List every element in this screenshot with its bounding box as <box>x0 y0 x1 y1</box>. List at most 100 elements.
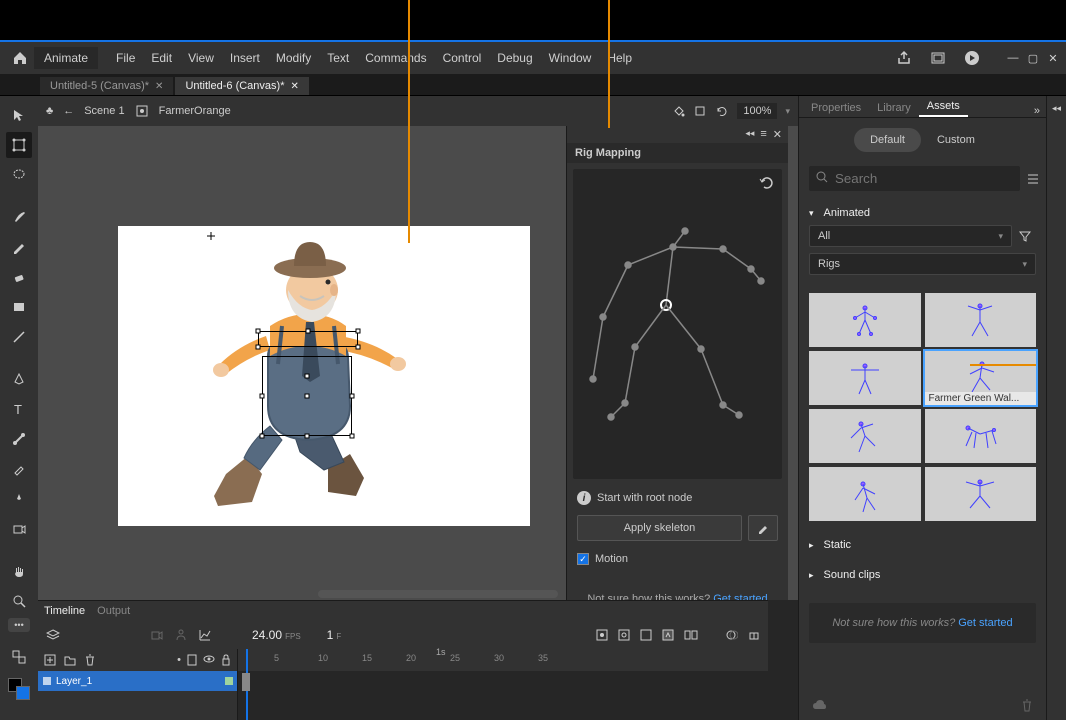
doc-tab-2[interactable]: Untitled-6 (Canvas)* ✕ <box>175 77 308 95</box>
timeline-ruler[interactable]: 1s 5 10 15 20 25 30 35 <box>238 649 768 671</box>
edit-skeleton-button[interactable] <box>748 515 778 541</box>
menu-view[interactable]: View <box>180 51 222 65</box>
rig-skeleton-view[interactable] <box>573 169 782 479</box>
highlight-icon[interactable]: • <box>177 654 181 666</box>
panel-collapse-icon[interactable]: ◂◂ <box>745 128 754 141</box>
motion-checkbox[interactable]: ✓ <box>577 553 589 565</box>
filter-type-dropdown[interactable]: Rigs <box>809 253 1036 275</box>
panel-close-icon[interactable]: ✕ <box>773 128 782 141</box>
edit-multiple-icon[interactable] <box>748 629 760 641</box>
rig-help-link[interactable]: Get started <box>713 593 767 600</box>
selection-tool-icon[interactable] <box>6 102 32 128</box>
zoom-dropdown-icon[interactable] <box>785 105 790 117</box>
pen-tool-icon[interactable] <box>6 366 32 392</box>
cloud-icon[interactable] <box>811 698 827 712</box>
menu-text[interactable]: Text <box>319 51 357 65</box>
new-folder-icon[interactable] <box>64 654 76 666</box>
rig-thumb-3[interactable] <box>809 351 921 405</box>
doc-tab-1[interactable]: Untitled-5 (Canvas)* ✕ <box>40 77 173 95</box>
graph-icon[interactable] <box>198 628 212 642</box>
canvas[interactable] <box>118 226 530 526</box>
insert-frame-icon[interactable] <box>640 629 652 641</box>
text-tool-icon[interactable]: T <box>6 396 32 422</box>
preview-icon[interactable] <box>928 48 948 68</box>
pencil-tool-icon[interactable] <box>6 234 32 260</box>
pin-tool-icon[interactable] <box>6 486 32 512</box>
menu-insert[interactable]: Insert <box>222 51 268 65</box>
tab-assets[interactable]: Assets <box>919 97 968 117</box>
rig-thumb-1[interactable] <box>809 293 921 347</box>
keyframe[interactable] <box>242 673 250 691</box>
filter-icon[interactable] <box>1018 229 1036 243</box>
rig-thumb-7[interactable] <box>809 467 921 521</box>
assets-search-input[interactable] <box>809 166 1020 191</box>
brush-tool-icon[interactable] <box>6 204 32 230</box>
eraser-tool-icon[interactable] <box>6 264 32 290</box>
clip-icon[interactable] <box>693 104 707 118</box>
section-sound[interactable]: Sound clips <box>809 563 1036 587</box>
frame-value[interactable]: 1 <box>327 628 334 642</box>
menu-debug[interactable]: Debug <box>489 51 540 65</box>
stage-scrollbar-h[interactable] <box>318 590 558 598</box>
onion-skin-icon[interactable] <box>726 629 738 641</box>
section-animated[interactable]: Animated <box>809 201 1036 225</box>
filter-category-dropdown[interactable]: All <box>809 225 1012 247</box>
rig-thumb-2[interactable] <box>925 293 1037 347</box>
paint-bucket-icon[interactable] <box>671 104 685 118</box>
panel-menu-icon[interactable]: ≡ <box>760 128 766 141</box>
person-icon[interactable] <box>174 628 188 642</box>
play-icon[interactable] <box>962 48 982 68</box>
apply-skeleton-button[interactable]: Apply skeleton <box>577 515 742 541</box>
right-dock[interactable]: ◂◂ <box>1046 96 1066 720</box>
zoom-tool-icon[interactable] <box>6 588 32 614</box>
line-tool-icon[interactable] <box>6 324 32 350</box>
home-icon[interactable] <box>6 48 34 68</box>
insert-keyframe-icon[interactable] <box>596 629 608 641</box>
tab-properties[interactable]: Properties <box>803 99 869 117</box>
color-swatch[interactable] <box>8 678 30 700</box>
tab-output[interactable]: Output <box>97 605 130 617</box>
scene-label[interactable]: Scene 1 <box>84 105 124 117</box>
rig-thumb-6[interactable] <box>925 409 1037 463</box>
trash-icon[interactable] <box>1020 698 1034 712</box>
undo-icon[interactable] <box>758 175 774 189</box>
menu-file[interactable]: File <box>108 51 143 65</box>
lock-icon[interactable] <box>221 654 231 666</box>
panel-menu-icon[interactable]: » <box>1034 105 1040 117</box>
eyedropper-tool-icon[interactable] <box>6 456 32 482</box>
assets-mode-default[interactable]: Default <box>854 128 921 152</box>
window-minimize-icon[interactable]: — <box>1006 52 1020 65</box>
list-view-icon[interactable] <box>1026 172 1040 186</box>
delete-layer-icon[interactable] <box>84 654 96 666</box>
window-close-icon[interactable]: ✕ <box>1046 52 1060 65</box>
expand-dock-icon[interactable]: ◂◂ <box>1052 103 1061 113</box>
bone-tool-icon[interactable] <box>6 426 32 452</box>
zoom-value[interactable]: 100% <box>737 103 777 119</box>
insert-blank-keyframe-icon[interactable] <box>618 629 630 641</box>
rig-thumb-5[interactable] <box>809 409 921 463</box>
close-icon[interactable]: ✕ <box>290 81 298 92</box>
camera-tool-icon[interactable] <box>6 516 32 542</box>
rig-thumb-4-selected[interactable]: Farmer Green Wal... <box>925 351 1037 405</box>
rotate-icon[interactable] <box>715 104 729 118</box>
menu-edit[interactable]: Edit <box>143 51 180 65</box>
visibility-icon[interactable] <box>203 654 215 666</box>
section-static[interactable]: Static <box>809 533 1036 557</box>
menu-control[interactable]: Control <box>435 51 490 65</box>
rig-thumb-8[interactable] <box>925 467 1037 521</box>
stage[interactable]: ◂◂ ≡ ✕ Rig Mapping <box>38 126 798 600</box>
tween-icon[interactable] <box>684 629 698 641</box>
tab-timeline[interactable]: Timeline <box>44 605 85 617</box>
new-layer-icon[interactable] <box>44 654 56 666</box>
auto-keyframe-icon[interactable] <box>662 629 674 641</box>
more-tools-icon[interactable]: ••• <box>8 618 30 632</box>
camera-icon[interactable] <box>150 628 164 642</box>
free-transform-tool-icon[interactable] <box>6 132 32 158</box>
swap-symbol-icon[interactable] <box>6 644 32 670</box>
symbol-name[interactable]: FarmerOrange <box>159 105 231 117</box>
rectangle-tool-icon[interactable] <box>6 294 32 320</box>
tab-library[interactable]: Library <box>869 99 919 117</box>
share-icon[interactable] <box>894 48 914 68</box>
assets-mode-custom[interactable]: Custom <box>921 128 991 152</box>
lasso-tool-icon[interactable] <box>6 162 32 188</box>
